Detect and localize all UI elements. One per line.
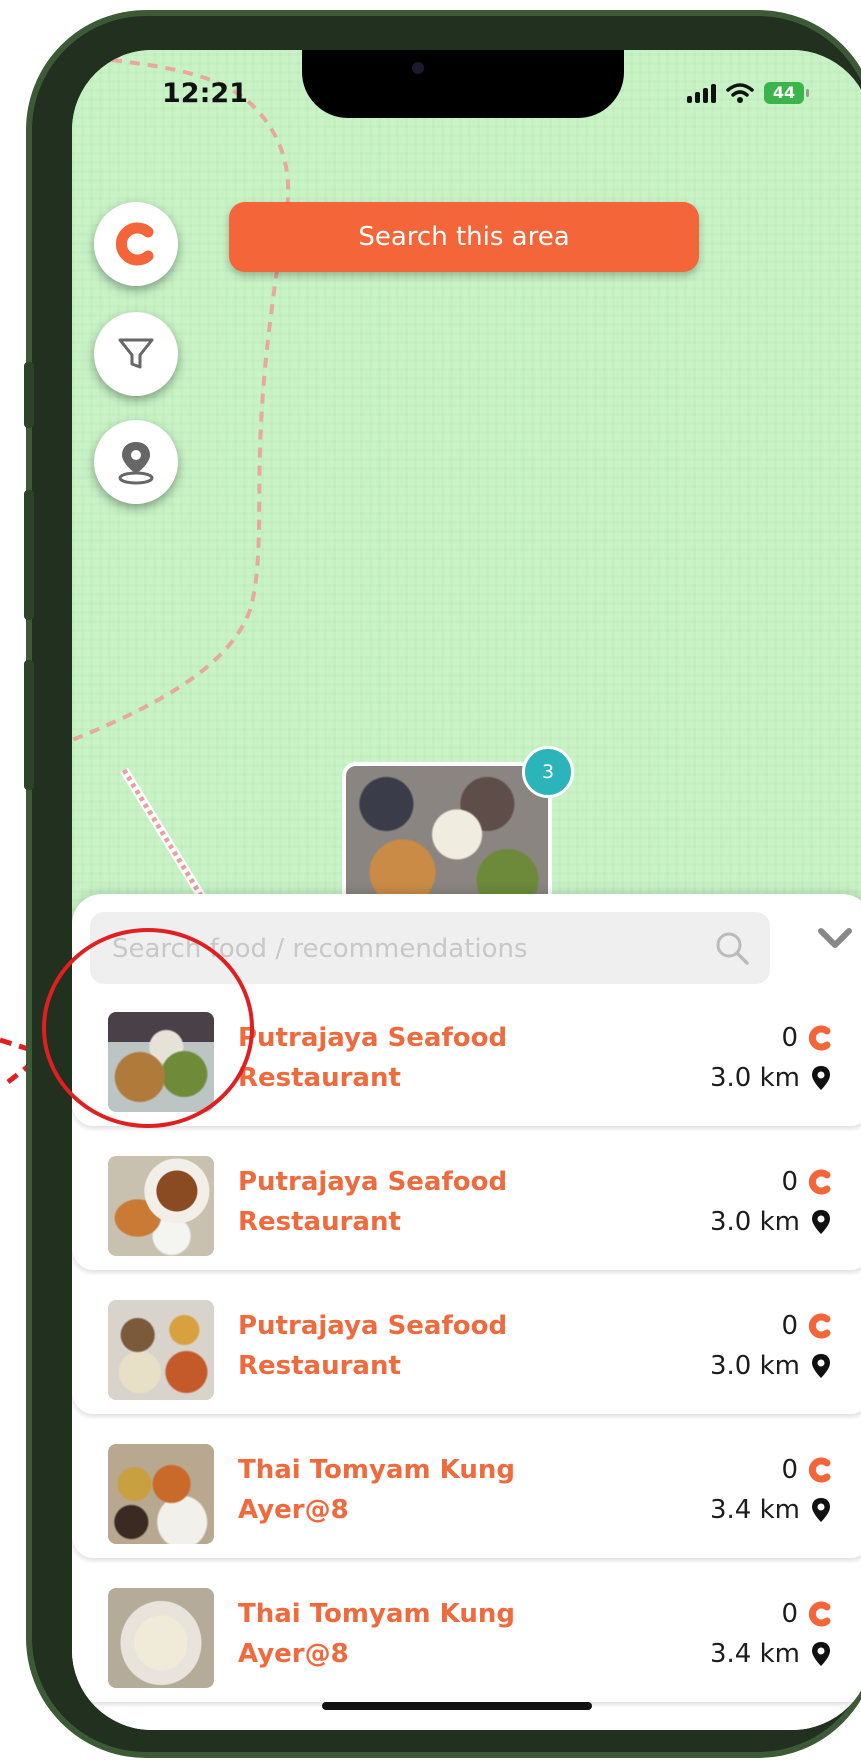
- side-button: [24, 490, 34, 620]
- c-logo-icon: [808, 1601, 831, 1627]
- distance-value: 3.4 km: [710, 1495, 800, 1525]
- restaurant-photo: [108, 1300, 214, 1400]
- wifi-icon: [726, 83, 754, 103]
- restaurant-name-line: Putrajaya Seafood: [238, 1167, 508, 1197]
- notch: [302, 50, 624, 118]
- cellular-signal-icon: [687, 83, 716, 103]
- points-value: 0: [781, 1311, 798, 1341]
- restaurant-photo: [108, 1588, 214, 1688]
- restaurant-meta: 0 3.0 km: [710, 1018, 832, 1098]
- cluster-count-badge: 3: [522, 746, 574, 798]
- distance-value: 3.0 km: [710, 1207, 800, 1237]
- status-time: 12:21: [162, 78, 248, 109]
- side-button: [24, 660, 34, 790]
- restaurant-meta: 0 3.0 km: [710, 1162, 832, 1242]
- location-pin-icon: [812, 1066, 830, 1090]
- distance-value: 3.0 km: [710, 1063, 800, 1093]
- restaurant-photo: [108, 1156, 214, 1256]
- list-item[interactable]: Thai Tomyam Kung Ayer@8 0 3.4 km: [72, 1430, 861, 1558]
- restaurant-name-line: Restaurant: [238, 1351, 401, 1381]
- points-value: 0: [781, 1455, 798, 1485]
- points-value: 0: [781, 1599, 798, 1629]
- c-logo-icon: [808, 1169, 831, 1195]
- restaurant-name: Thai Tomyam Kung Ayer@8: [238, 1450, 598, 1530]
- annotation-circle: [42, 928, 254, 1128]
- points-value: 0: [781, 1023, 798, 1053]
- c-logo-icon: [808, 1313, 831, 1339]
- restaurant-meta: 0 3.4 km: [710, 1594, 832, 1674]
- restaurant-name-line: Ayer@8: [238, 1495, 349, 1525]
- restaurant-meta: 0 3.4 km: [710, 1450, 832, 1530]
- c-logo-icon: [808, 1025, 831, 1051]
- location-pin-icon: [812, 1354, 830, 1378]
- restaurant-name-line: Restaurant: [238, 1207, 401, 1237]
- list-item[interactable]: Thai Tomyam Kung Ayer@8 0 3.4 km: [72, 1574, 861, 1702]
- distance-value: 3.0 km: [710, 1351, 800, 1381]
- c-logo-icon: [808, 1457, 831, 1483]
- filter-button[interactable]: [94, 312, 178, 396]
- location-pin-icon: [812, 1498, 830, 1522]
- distance-value: 3.4 km: [710, 1639, 800, 1669]
- restaurant-name-line: Putrajaya Seafood: [238, 1023, 508, 1053]
- c-logo-icon: [115, 222, 154, 266]
- restaurant-name-line: Restaurant: [238, 1063, 401, 1093]
- filter-funnel-icon: [118, 338, 154, 369]
- my-location-button[interactable]: [94, 420, 178, 504]
- location-pin-icon: [812, 1642, 830, 1666]
- restaurant-name: Putrajaya Seafood Restaurant: [238, 1018, 598, 1098]
- restaurant-name: Putrajaya Seafood Restaurant: [238, 1162, 598, 1242]
- restaurant-name: Thai Tomyam Kung Ayer@8: [238, 1594, 598, 1674]
- chevron-down-icon[interactable]: [818, 928, 852, 950]
- location-pin-icon: [812, 1210, 830, 1234]
- phone-screen: 12:21 44 Search this area 3 Search food …: [72, 50, 861, 1730]
- brand-logo-button[interactable]: [94, 202, 178, 286]
- restaurant-name-line: Putrajaya Seafood: [238, 1311, 508, 1341]
- restaurant-meta: 0 3.0 km: [710, 1306, 832, 1386]
- battery-icon: 44: [764, 82, 809, 104]
- location-pin-icon: [118, 442, 154, 485]
- restaurant-name-line: Thai Tomyam Kung: [238, 1455, 515, 1485]
- restaurant-name: Putrajaya Seafood Restaurant: [238, 1306, 598, 1386]
- list-item[interactable]: Putrajaya Seafood Restaurant 0 3.0 km: [72, 1142, 861, 1270]
- restaurant-name-line: Thai Tomyam Kung: [238, 1599, 515, 1629]
- points-value: 0: [781, 1167, 798, 1197]
- status-icons: 44: [687, 82, 809, 104]
- home-indicator[interactable]: [322, 1702, 592, 1710]
- search-icon[interactable]: [714, 930, 750, 966]
- list-item[interactable]: Putrajaya Seafood Restaurant 0 3.0 km: [72, 1286, 861, 1414]
- side-button: [24, 362, 34, 428]
- search-this-area-button[interactable]: Search this area: [229, 202, 699, 272]
- camera-dot: [412, 62, 424, 74]
- restaurant-photo: [108, 1444, 214, 1544]
- restaurant-name-line: Ayer@8: [238, 1639, 349, 1669]
